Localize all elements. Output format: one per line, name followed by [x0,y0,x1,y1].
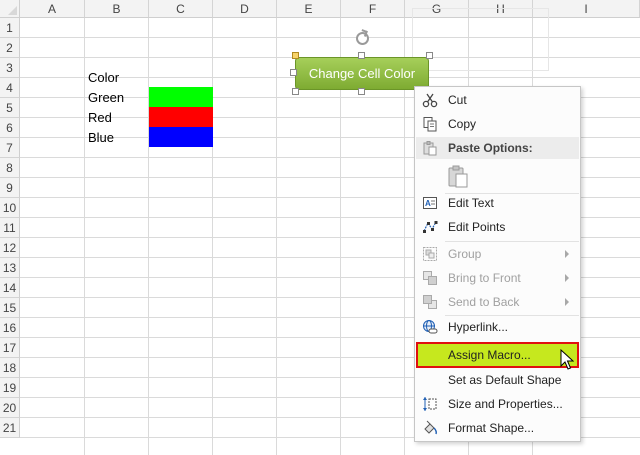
selection-handle-bottom-left[interactable] [292,88,299,95]
menu-item-edit-text[interactable]: A Edit Text [416,191,579,215]
rotate-handle-icon[interactable] [356,32,369,45]
row-header-16[interactable]: 16 [0,318,20,338]
row-header-5[interactable]: 5 [0,98,20,118]
menu-item-label: Edit Points [448,220,506,234]
menu-item-label: Set as Default Shape [448,373,562,387]
menu-item-copy[interactable]: Copy [416,112,579,136]
selection-handle-top-right[interactable] [426,52,433,59]
send-to-back-icon [423,295,437,309]
menu-item-label: Bring to Front [448,271,521,285]
cell-b4[interactable]: Green [85,88,124,108]
row-header-14[interactable]: 14 [0,278,20,298]
copy-icon [423,117,437,132]
cell-b3[interactable]: Color [85,68,119,88]
row-header-21[interactable]: 21 [0,418,20,438]
cell-c6-blue[interactable] [149,127,213,147]
row-header-1[interactable]: 1 [0,18,20,38]
menu-item-size-properties[interactable]: Size and Properties... [416,392,579,416]
menu-item-label: Edit Text [448,196,494,210]
spreadsheet[interactable]: A B C D E F G H I 1 2 3 4 5 6 7 8 9 10 1… [0,0,640,455]
row-header-19[interactable]: 19 [0,378,20,398]
submenu-arrow-icon [565,274,569,282]
selection-handle-bottom[interactable] [358,88,365,95]
cell-c5-red[interactable] [149,107,213,127]
menu-item-label: Cut [448,93,467,107]
row-header-3[interactable]: 3 [0,58,20,78]
submenu-arrow-icon [565,298,569,306]
cell-c4-green[interactable] [149,87,213,107]
menu-item-label: Copy [448,117,477,131]
context-menu: Cut Copy Paste Options: A Edit Text Edit… [414,86,581,442]
row-header-12[interactable]: 12 [0,238,20,258]
selection-handle-left[interactable] [290,69,297,76]
row-header-8[interactable]: 8 [0,158,20,178]
menu-item-label: Group [448,247,482,261]
column-header-a[interactable]: A [20,0,85,18]
menu-item-label: Size and Properties... [448,397,563,411]
menu-item-edit-points[interactable]: Edit Points [416,215,579,239]
row-header-10[interactable]: 10 [0,198,20,218]
svg-text:A: A [425,199,431,208]
bring-to-front-icon [423,271,437,285]
selection-handle-top[interactable] [358,52,365,59]
row-header-4[interactable]: 4 [0,78,20,98]
submenu-arrow-icon [565,250,569,258]
paste-options-header: Paste Options: [416,137,579,159]
menu-item-bring-to-front[interactable]: Bring to Front [416,266,579,290]
paste-icon [423,141,437,156]
mouse-cursor-icon [560,349,574,370]
menu-item-hyperlink[interactable]: Hyperlink... [416,315,579,339]
selection-handle-top-left[interactable] [292,52,299,59]
row-header-7[interactable]: 7 [0,138,20,158]
cell-b5[interactable]: Red [85,108,112,128]
paste-option-icon[interactable] [447,165,469,189]
menu-item-group[interactable]: Group [416,242,579,266]
edit-text-icon: A [423,197,437,209]
size-properties-icon [423,397,437,411]
row-header-20[interactable]: 20 [0,398,20,418]
format-shape-icon [424,420,437,435]
menu-item-label: Format Shape... [448,421,535,435]
phantom-outline [412,8,549,71]
cell-b6[interactable]: Blue [85,128,114,148]
row-header-18[interactable]: 18 [0,358,20,378]
column-header-b[interactable]: B [85,0,149,18]
row-header-2[interactable]: 2 [0,38,20,58]
row-header-9[interactable]: 9 [0,178,20,198]
edit-points-icon [423,221,438,233]
row-header-15[interactable]: 15 [0,298,20,318]
scissors-icon [422,93,438,108]
row-header-17[interactable]: 17 [0,338,20,358]
change-cell-color-button[interactable]: Change Cell Color [295,57,429,90]
menu-item-format-shape[interactable]: Format Shape... [416,416,579,440]
menu-item-set-default-shape[interactable]: Set as Default Shape [416,368,579,392]
row-header-13[interactable]: 13 [0,258,20,278]
menu-item-cut[interactable]: Cut [416,88,579,112]
row-header-6[interactable]: 6 [0,118,20,138]
column-header-f[interactable]: F [341,0,405,18]
column-header-i[interactable]: I [533,0,640,18]
paste-options-label: Paste Options: [448,141,533,155]
column-header-d[interactable]: D [213,0,277,18]
hyperlink-icon [423,320,438,334]
select-all-corner[interactable] [0,0,20,18]
menu-item-label: Hyperlink... [448,320,509,334]
group-icon [423,247,437,261]
menu-item-assign-macro[interactable]: Assign Macro... [416,342,579,368]
column-header-e[interactable]: E [277,0,341,18]
menu-item-label: Assign Macro... [448,348,531,362]
row-header-11[interactable]: 11 [0,218,20,238]
menu-item-label: Send to Back [448,295,520,309]
column-header-c[interactable]: C [149,0,213,18]
menu-item-send-to-back[interactable]: Send to Back [416,290,579,314]
